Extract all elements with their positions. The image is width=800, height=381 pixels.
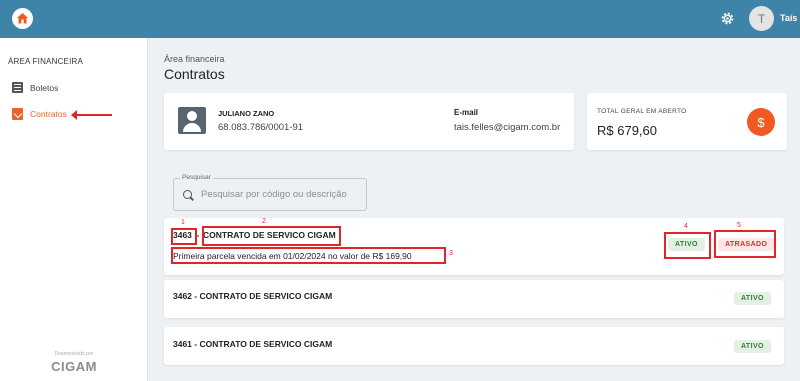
gear-icon[interactable] [719, 10, 736, 27]
contract-label: 3462 - CONTRATO DE SERVICO CIGAM [173, 291, 333, 301]
annotation-box-code [171, 228, 197, 245]
total-value: R$ 679,60 [597, 123, 657, 138]
client-email: tais.felles@cigam.com.br [454, 122, 561, 133]
app-logo[interactable] [12, 8, 33, 29]
house-icon [17, 13, 28, 24]
footer-developed-by: Desenvolvido por [54, 351, 94, 357]
status-badge: ATIVO [734, 340, 771, 353]
list-icon [12, 82, 23, 93]
annotation-box-overdue [714, 230, 776, 258]
annotation-box-status [664, 232, 711, 259]
breadcrumb: Área financeira [164, 54, 225, 64]
status-badge: ATIVO [734, 292, 771, 305]
email-label: E-mail [454, 108, 479, 117]
search-placeholder: Pesquisar por código ou descrição [201, 189, 347, 200]
annotation-box-note [171, 247, 446, 264]
annotation-number: 5 [737, 222, 741, 229]
contract-row[interactable]: 3461 - CONTRATO DE SERVICO CIGAM ATIVO [164, 327, 784, 365]
annotation-number: 2 [262, 218, 266, 225]
dollar-icon: $ [747, 108, 775, 136]
client-document: 68.083.786/0001-91 [218, 122, 304, 133]
user-name[interactable]: Taís [780, 13, 797, 23]
user-avatar[interactable]: T [749, 6, 774, 31]
top-bar: T Taís [0, 0, 800, 38]
annotation-box-title [202, 226, 341, 246]
footer-brand-logo: CIGAM [51, 359, 97, 374]
contract-icon [12, 108, 23, 120]
total-open-card: TOTAL GERAL EM ABERTO R$ 679,60 $ [587, 93, 787, 150]
client-card: JULIANO ZANO 68.083.786/0001-91 E-mail t… [164, 93, 574, 150]
annotation-number: 4 [684, 223, 688, 230]
annotation-arrow [71, 110, 112, 120]
search-input[interactable]: Pesquisar por código ou descrição [173, 178, 367, 211]
annotation-number: 1 [181, 219, 185, 226]
total-label: TOTAL GERAL EM ABERTO [597, 108, 687, 115]
page-title: Contratos [164, 66, 225, 82]
client-name: JULIANO ZANO [218, 109, 275, 118]
search-label: Pesquisar [180, 174, 213, 181]
contract-row[interactable]: 3462 - CONTRATO DE SERVICO CIGAM ATIVO [164, 280, 784, 318]
search-icon [183, 190, 192, 199]
sidebar-item-contratos[interactable]: Contratos [12, 108, 67, 120]
sidebar-item-boletos[interactable]: Boletos [12, 82, 58, 93]
sidebar-section-title: ÁREA FINANCEIRA [8, 57, 84, 66]
person-icon [178, 107, 206, 134]
annotation-number: 3 [449, 250, 453, 257]
sidebar-item-label: Contratos [30, 109, 67, 119]
sidebar: ÁREA FINANCEIRA Boletos Contratos Desenv… [0, 38, 148, 381]
sidebar-item-label: Boletos [30, 82, 59, 93]
contract-label: 3461 - CONTRATO DE SERVICO CIGAM [173, 339, 333, 349]
